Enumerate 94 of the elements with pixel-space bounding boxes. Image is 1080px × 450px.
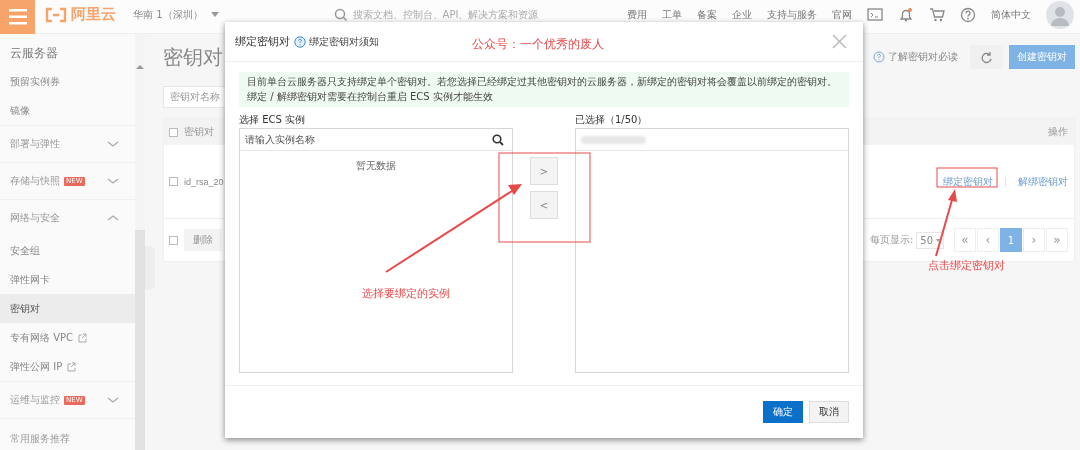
page-button[interactable]: «	[954, 228, 976, 252]
notice-text: 绑定 / 解绑密钥对需要在控制台重启 ECS 实例才能生效	[247, 90, 494, 104]
help-link[interactable]: 了解密钥对必读	[873, 50, 958, 64]
close-icon[interactable]	[832, 34, 847, 49]
item-label: 弹性网卡	[10, 272, 50, 287]
bell-icon[interactable]	[898, 7, 914, 22]
page-button[interactable]: ‹	[977, 228, 999, 252]
item-label: 网络与安全	[10, 211, 60, 225]
item-label: 弹性公网 IP	[10, 359, 63, 374]
checkbox[interactable]	[169, 235, 178, 245]
nav-link[interactable]: 工单	[662, 7, 682, 22]
refresh-icon	[980, 50, 993, 64]
item-label: 运维与监控	[10, 393, 60, 407]
checkbox[interactable]	[169, 127, 178, 137]
menu-button[interactable]	[0, 0, 35, 35]
list-label: 选择 ECS 实例	[239, 113, 306, 127]
sidebar-item[interactable]: 专有网络 VPC	[0, 323, 135, 352]
help-link-text[interactable]: 绑定密钥对须知	[309, 34, 379, 49]
nav-link[interactable]: 支持与服务	[767, 7, 817, 22]
sidebar-item[interactable]: 密钥对	[0, 294, 135, 323]
annotation-text: 点击绑定密钥对	[928, 258, 1005, 273]
caret-icon	[210, 12, 219, 17]
chevron-down-icon	[107, 177, 119, 185]
blurred-item[interactable]	[581, 135, 646, 144]
sidebar-item[interactable]: 镜像	[0, 96, 135, 125]
help-icon	[294, 35, 306, 48]
checkbox[interactable]	[169, 177, 178, 186]
refresh-button[interactable]	[970, 45, 1003, 69]
logo-text: 阿里云	[71, 5, 116, 24]
page-title: 密钥对	[163, 43, 223, 71]
search-icon	[333, 8, 347, 21]
external-link-icon	[77, 332, 88, 343]
search-field[interactable]: 请输入实例名称	[245, 131, 355, 148]
nav-link[interactable]: 企业	[732, 7, 752, 22]
sidebar-title: 云服务器	[9, 45, 59, 62]
caret-icon	[936, 238, 940, 242]
page-size-select[interactable]: 50	[916, 231, 944, 249]
item-label: 镜像	[10, 103, 30, 118]
external-link-icon	[66, 361, 77, 372]
item-label: 专有网络 VPC	[10, 330, 74, 345]
help-icon	[873, 51, 885, 63]
scrollbar-thumb[interactable]	[135, 230, 145, 450]
column-header: 密钥对	[184, 125, 214, 139]
item-label: 存储与快照	[10, 174, 60, 188]
avatar-icon[interactable]	[1046, 0, 1074, 29]
sidebar-item[interactable]: 弹性网卡	[0, 265, 135, 294]
terminal-icon[interactable]	[867, 7, 883, 22]
help-link[interactable]: 绑定密钥对须知	[294, 34, 379, 49]
cancel-button[interactable]: 取消	[809, 401, 849, 423]
page-button[interactable]: 1	[1000, 228, 1022, 252]
list-label: 已选择（1/50）	[575, 113, 649, 127]
create-button[interactable]: 创建密钥对	[1009, 45, 1075, 69]
table-cell: id_rsa_20	[184, 176, 224, 187]
nav-link[interactable]: 费用	[627, 7, 647, 22]
page-button[interactable]: »	[1046, 228, 1068, 252]
transfer-button[interactable]: <	[530, 191, 558, 219]
cart-icon[interactable]	[929, 7, 945, 22]
action-link[interactable]: 解绑密钥对	[1018, 174, 1068, 189]
empty-text: 暂无数据	[355, 159, 397, 173]
chevron-down-icon	[107, 140, 119, 148]
item-label: 安全组	[10, 243, 40, 258]
sidebar-item[interactable]: 弹性公网 IP	[0, 352, 135, 381]
notice-text: 目前单台云服务器只支持绑定单个密钥对。若您选择已经绑定过其他密钥对的云服务器，新绑定的密钥对将会覆盖以前绑定的密钥对。	[247, 75, 838, 89]
region-selector[interactable]: 华南 1（深圳）	[133, 7, 219, 22]
help-icon[interactable]	[960, 6, 976, 23]
item-label: 部署与弹性	[10, 137, 60, 151]
sidebar-item[interactable]: 安全组	[0, 236, 135, 265]
action-link[interactable]: 绑定密钥对	[943, 174, 993, 189]
item-label: 密钥对	[10, 301, 40, 316]
bracket-logo-icon	[45, 6, 67, 23]
sidebar-item[interactable]: 预留实例券	[0, 67, 135, 96]
column-header: 操作	[1048, 125, 1068, 139]
ok-button[interactable]: 确定	[763, 401, 803, 423]
language-selector[interactable]: 简体中文	[991, 7, 1031, 22]
search-input[interactable]: 搜索文档、控制台、API、解决方案和资源	[352, 9, 568, 20]
highlight-rectangle	[936, 167, 998, 188]
transfer-button[interactable]: >	[530, 157, 558, 185]
menu-icon	[8, 8, 27, 25]
item-label: 预留实例券	[10, 74, 60, 89]
search-icon	[492, 133, 504, 146]
arrow	[935, 189, 957, 257]
annotation-text: 公众号：一个优秀的废人	[472, 36, 604, 53]
item-label: 常用服务推荐	[10, 431, 70, 446]
annotation-text: 选择要绑定的实例	[362, 286, 450, 301]
dialog-title: 绑定密钥对	[235, 34, 290, 49]
nav-link[interactable]: 备案	[697, 7, 717, 22]
page-button[interactable]: ›	[1023, 228, 1045, 252]
scroll-up-icon	[136, 64, 144, 70]
help-link-text[interactable]: 了解密钥对必读	[888, 50, 958, 64]
chevron-up-icon	[107, 214, 119, 222]
page-size-label: 每页显示:	[869, 233, 914, 247]
delete-button[interactable]: 删除	[184, 229, 222, 251]
nav-link[interactable]: 官网	[832, 7, 852, 22]
chevron-down-icon	[107, 396, 119, 404]
